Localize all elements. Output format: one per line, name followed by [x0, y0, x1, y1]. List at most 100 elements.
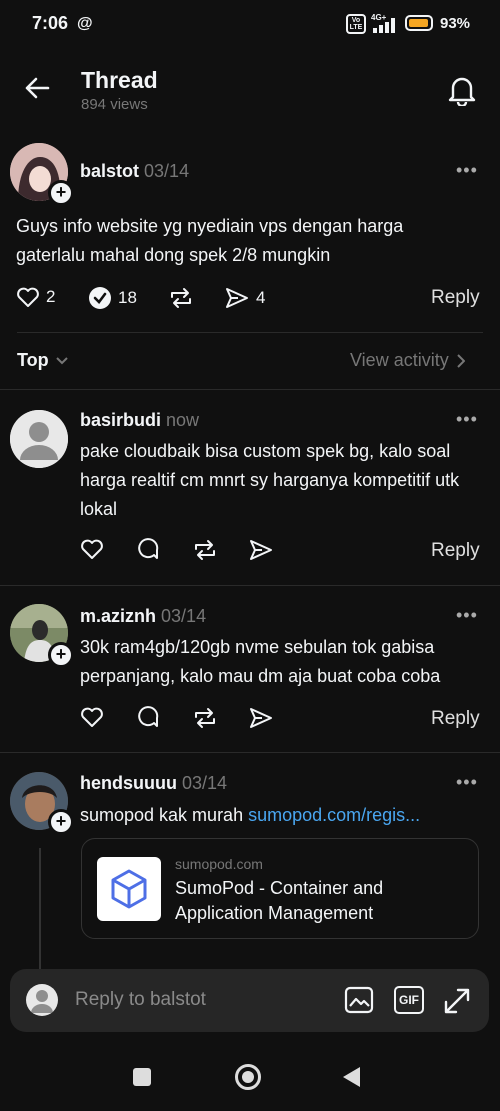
reply-button[interactable]: Reply	[431, 287, 480, 309]
status-bar: 7:06 @ Vo LTE 4G+ 93%	[0, 0, 500, 48]
like-button[interactable]	[80, 538, 104, 560]
post-author-name[interactable]: balstot	[80, 161, 139, 181]
my-avatar	[26, 984, 58, 1016]
network-type: 4G+	[371, 13, 387, 22]
chevron-down-icon	[55, 356, 68, 364]
home-icon[interactable]	[235, 1064, 261, 1090]
reply-text: pake cloudbaik bisa custom spek bg, kalo…	[80, 441, 460, 519]
system-back-icon[interactable]	[343, 1067, 360, 1087]
share-count: 4	[256, 288, 266, 307]
sort-label: Top	[17, 350, 49, 370]
reply-actions: Reply	[80, 538, 500, 568]
follow-plus-icon[interactable]: +	[48, 809, 74, 835]
reply-author-name[interactable]: m.aziznh	[80, 606, 156, 626]
divider	[0, 389, 500, 390]
divider	[0, 752, 500, 753]
reply-author-name[interactable]: hendsuuuu	[80, 773, 177, 793]
more-options-icon[interactable]: •••	[456, 605, 478, 626]
post-text: Guys info website yg nyediain vps dengan…	[16, 216, 404, 265]
like-count: 2	[46, 287, 56, 306]
cube-logo-icon	[111, 869, 147, 909]
repost-button[interactable]	[192, 706, 218, 730]
heart-icon	[81, 707, 103, 727]
more-options-icon[interactable]: •••	[456, 409, 478, 430]
sort-dropdown[interactable]: Top	[17, 350, 69, 371]
image-attach-icon[interactable]	[344, 986, 374, 1014]
reply-button[interactable]: Reply	[431, 540, 480, 562]
heart-icon	[81, 539, 103, 559]
reply-date: 03/14	[182, 773, 228, 793]
reply-author[interactable]: m.aziznh 03/14	[80, 606, 206, 627]
post-actions: 2 18 4 Reply	[16, 286, 500, 316]
bell-icon[interactable]	[447, 74, 477, 106]
reply-count: 18	[118, 288, 137, 307]
avatar-basirbudi[interactable]	[10, 410, 68, 468]
status-time: 7:06	[32, 13, 69, 33]
verified-reply-count[interactable]: 18	[88, 286, 137, 310]
post-date: 03/14	[144, 161, 190, 181]
divider	[0, 585, 500, 586]
repost-icon	[171, 288, 191, 308]
threads-notification-icon: @	[77, 15, 93, 32]
page-title: Thread	[81, 67, 158, 93]
thread-line	[39, 848, 41, 970]
reply-text: 30k ram4gb/120gb nvme sebulan tok gabisa…	[80, 637, 441, 686]
share-button[interactable]	[248, 538, 274, 562]
battery-fill	[409, 19, 428, 27]
comment-icon	[138, 706, 159, 727]
reply-link[interactable]: sumopod.com/regis...	[248, 805, 420, 825]
repost-button[interactable]	[168, 286, 194, 310]
follow-plus-icon[interactable]: +	[48, 642, 74, 668]
link-title: SumoPod - Container and Application Mana…	[175, 878, 384, 923]
share-button[interactable]: 4	[224, 286, 265, 310]
repost-icon	[195, 540, 215, 560]
reply-date: now	[166, 410, 200, 430]
reply-text-content: sumopod kak murah	[80, 805, 244, 825]
gif-button[interactable]: GIF	[394, 986, 424, 1014]
send-icon	[226, 288, 248, 308]
repost-icon	[195, 708, 215, 728]
default-avatar-icon	[10, 410, 68, 468]
reply-author[interactable]: basirbudi now	[80, 410, 199, 431]
comment-button[interactable]	[136, 706, 160, 730]
reply-author-name[interactable]: basirbudi	[80, 410, 161, 430]
follow-plus-icon[interactable]: +	[48, 180, 74, 206]
reply-date: 03/14	[161, 606, 207, 626]
more-options-icon[interactable]: •••	[456, 772, 478, 793]
post-author[interactable]: balstot 03/14	[80, 161, 189, 182]
view-activity-link[interactable]: View activity	[350, 350, 465, 371]
volte-icon: Vo LTE	[346, 14, 366, 34]
view-count: 894 views	[81, 96, 148, 113]
comment-button[interactable]	[136, 538, 160, 562]
recents-icon[interactable]	[133, 1068, 151, 1086]
share-button[interactable]	[248, 706, 274, 730]
view-activity-label: View activity	[350, 350, 449, 370]
reply-input[interactable]: Reply to balstot	[75, 989, 206, 1011]
reply-button[interactable]: Reply	[431, 708, 480, 730]
verified-badge-icon	[89, 287, 111, 309]
send-icon	[250, 540, 272, 560]
battery-percent: 93%	[440, 15, 471, 32]
battery-icon	[405, 15, 433, 31]
comment-icon	[138, 538, 159, 559]
system-nav-bar	[0, 1040, 500, 1111]
sort-bar: Top View activity	[0, 332, 500, 390]
reply-composer[interactable]: Reply to balstot GIF	[10, 969, 489, 1032]
link-domain: sumopod.com	[175, 856, 263, 872]
header: Thread 894 views	[0, 48, 500, 128]
more-options-icon[interactable]: •••	[456, 160, 478, 181]
link-thumbnail	[97, 857, 161, 921]
reply-author[interactable]: hendsuuuu 03/14	[80, 773, 227, 794]
reply-text: sumopod kak murah sumopod.com/regis...	[80, 801, 480, 830]
link-preview-card[interactable]: sumopod.com SumoPod - Container and Appl…	[81, 838, 479, 939]
like-button[interactable]	[80, 706, 104, 728]
expand-icon[interactable]	[442, 986, 472, 1016]
repost-button[interactable]	[192, 538, 218, 562]
like-button[interactable]: 2	[16, 286, 55, 308]
chevron-right-icon	[456, 353, 465, 368]
reply-actions: Reply	[80, 706, 500, 736]
signal-icon: 4G+	[371, 13, 395, 33]
heart-icon	[17, 287, 39, 307]
back-arrow-icon[interactable]	[24, 76, 50, 100]
send-icon	[250, 708, 272, 728]
